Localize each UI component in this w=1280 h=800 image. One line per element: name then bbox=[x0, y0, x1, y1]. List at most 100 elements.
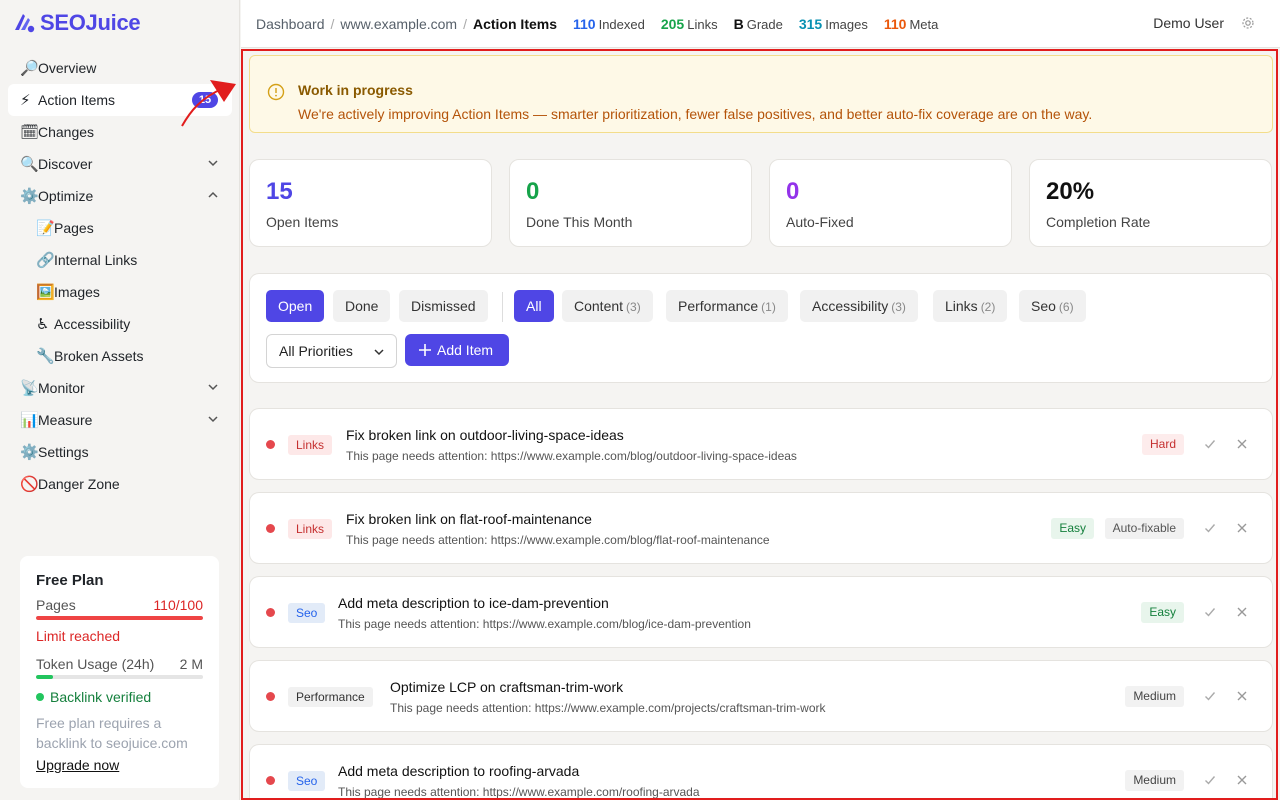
item-title[interactable]: Optimize LCP on craftsman-trim-work bbox=[390, 679, 623, 695]
close-icon[interactable] bbox=[1236, 438, 1248, 450]
sidebar-item-accessibility[interactable]: ♿ Accessibility bbox=[8, 308, 232, 340]
sidebar-item-label: Overview bbox=[38, 60, 97, 76]
satellite-icon: 📡 bbox=[20, 379, 39, 397]
banner-title: Work in progress bbox=[298, 82, 413, 98]
category-tag: Seo bbox=[288, 603, 326, 623]
item-title[interactable]: Add meta description to ice-dam-preventi… bbox=[338, 595, 609, 611]
sidebar-item-measure[interactable]: 📊 Measure bbox=[8, 404, 232, 436]
sidebar-item-broken-assets[interactable]: 🔧 Broken Assets bbox=[8, 340, 232, 372]
sidebar-item-internal-links[interactable]: 🔗 Internal Links bbox=[8, 244, 232, 276]
filter-done[interactable]: Done bbox=[333, 290, 391, 322]
chip-label: Content bbox=[574, 298, 624, 314]
chevron-down-icon[interactable] bbox=[208, 158, 218, 168]
plan-card: Free Plan Pages 110/100 Limit reached To… bbox=[20, 556, 219, 788]
upgrade-link[interactable]: Upgrade now bbox=[36, 757, 119, 773]
calendar-icon: 🗓 bbox=[20, 123, 40, 141]
filter-open[interactable]: Open bbox=[266, 290, 325, 322]
sidebar-item-settings[interactable]: ⚙️ Settings bbox=[8, 436, 232, 468]
chip-label: Seo bbox=[1031, 298, 1056, 314]
action-item-row[interactable]: Links Fix broken link on outdoor-living-… bbox=[249, 408, 1273, 480]
user-menu[interactable]: Demo User bbox=[1153, 15, 1224, 31]
filter-seo[interactable]: Seo (6) bbox=[1019, 290, 1086, 322]
chip-count: (3) bbox=[891, 300, 906, 314]
filter-dismissed[interactable]: Dismissed bbox=[399, 290, 488, 322]
priority-dot-icon bbox=[266, 692, 275, 701]
status-dot-icon bbox=[36, 693, 44, 701]
banner-text: We're actively improving Action Items — … bbox=[298, 106, 1093, 122]
close-icon[interactable] bbox=[1236, 606, 1248, 618]
action-item-row[interactable]: Seo Add meta description to ice-dam-prev… bbox=[249, 576, 1273, 648]
close-icon[interactable] bbox=[1236, 690, 1248, 702]
action-item-row[interactable]: Performance Optimize LCP on craftsman-tr… bbox=[249, 660, 1273, 732]
breadcrumb-site[interactable]: www.example.com bbox=[340, 16, 457, 32]
stat-cards: 15 Open Items 0 Done This Month 0 Auto-Fixe… bbox=[249, 159, 1273, 247]
filter-performance[interactable]: Performance (1) bbox=[666, 290, 788, 322]
sidebar-item-label: Pages bbox=[54, 220, 94, 236]
item-title[interactable]: Add meta description to roofing-arvada bbox=[338, 763, 579, 779]
chip-label: Links bbox=[945, 298, 978, 314]
chevron-down-icon bbox=[374, 349, 384, 356]
stat-label: Links bbox=[687, 16, 718, 32]
add-item-button[interactable]: Add Item bbox=[405, 334, 509, 366]
chevron-up-icon[interactable] bbox=[208, 190, 218, 200]
sidebar-item-label: Changes bbox=[38, 124, 95, 140]
difficulty-badge: Easy bbox=[1141, 602, 1184, 623]
card-label: Open Items bbox=[266, 214, 339, 230]
chip-label: Performance bbox=[678, 298, 759, 314]
sidebar-item-label: Settings bbox=[38, 444, 89, 460]
gear-icon[interactable] bbox=[1241, 16, 1255, 30]
check-icon[interactable] bbox=[1204, 438, 1216, 450]
check-icon[interactable] bbox=[1204, 774, 1216, 786]
sidebar-item-monitor[interactable]: 📡 Monitor bbox=[8, 372, 232, 404]
item-title[interactable]: Fix broken link on flat-roof-maintenance bbox=[346, 511, 592, 527]
chip-count: (6) bbox=[1058, 300, 1074, 314]
token-progress-fill bbox=[36, 675, 53, 679]
filter-accessibility[interactable]: Accessibility (3) bbox=[800, 290, 918, 322]
divider bbox=[502, 292, 503, 322]
stat-meta: 110 Meta bbox=[884, 16, 939, 32]
stat-value: 315 bbox=[798, 15, 823, 32]
action-item-row[interactable]: Links Fix broken link on flat-roof-maint… bbox=[249, 492, 1273, 564]
chip-label: Accessibility bbox=[812, 298, 889, 314]
card-open-items: 15 Open Items bbox=[249, 159, 492, 247]
plan-note: Free plan requires a backlink to seojuic… bbox=[36, 715, 188, 751]
breadcrumb-dashboard[interactable]: Dashboard bbox=[256, 16, 325, 32]
priority-dot-icon bbox=[266, 608, 275, 617]
check-icon[interactable] bbox=[1204, 606, 1216, 618]
sidebar-item-danger-zone[interactable]: 🚫 Danger Zone bbox=[8, 468, 232, 500]
check-icon[interactable] bbox=[1204, 522, 1216, 534]
stat-label: Indexed bbox=[598, 16, 645, 32]
card-auto-fixed: 0 Auto-Fixed bbox=[769, 159, 1012, 247]
filter-links[interactable]: Links (2) bbox=[933, 290, 1008, 322]
stat-value: 110 bbox=[883, 15, 907, 32]
logo[interactable]: SEOJuice bbox=[12, 10, 141, 36]
check-icon[interactable] bbox=[1204, 690, 1216, 702]
priority-select[interactable]: All Priorities bbox=[266, 334, 397, 368]
gear-emoji-icon: ⚙️ bbox=[20, 187, 39, 205]
sidebar-item-images[interactable]: 🖼️ Images bbox=[8, 276, 232, 308]
chevron-down-icon[interactable] bbox=[208, 414, 218, 424]
sidebar-item-discover[interactable]: 🔍 Discover bbox=[8, 148, 232, 180]
card-value: 0 bbox=[526, 178, 540, 205]
sidebar-item-label: Internal Links bbox=[54, 252, 138, 268]
memo-icon: 📝 bbox=[36, 219, 55, 237]
stat-value: 205 bbox=[660, 15, 685, 32]
brand-name: SEOJuice bbox=[40, 10, 141, 35]
sidebar-item-label: Measure bbox=[38, 412, 93, 428]
item-description: This page needs attention: https://www.e… bbox=[346, 449, 797, 463]
filter-content[interactable]: Content (3) bbox=[562, 290, 653, 322]
stat-label: Meta bbox=[909, 16, 939, 32]
overview-icon: 🔎 bbox=[20, 59, 39, 77]
sidebar-item-label: Broken Assets bbox=[54, 348, 144, 364]
chevron-down-icon[interactable] bbox=[208, 382, 218, 392]
action-item-row[interactable]: Seo Add meta description to roofing-arva… bbox=[249, 744, 1273, 800]
plus-icon bbox=[419, 344, 431, 356]
sidebar-item-pages[interactable]: 📝 Pages bbox=[8, 212, 232, 244]
sidebar-item-optimize[interactable]: ⚙️ Optimize bbox=[8, 180, 232, 212]
item-title[interactable]: Fix broken link on outdoor-living-space-… bbox=[346, 427, 624, 443]
difficulty-badge: Medium bbox=[1125, 686, 1184, 707]
close-icon[interactable] bbox=[1236, 522, 1248, 534]
filter-all[interactable]: All bbox=[514, 290, 554, 322]
close-icon[interactable] bbox=[1236, 774, 1248, 786]
card-done-this-month: 0 Done This Month bbox=[509, 159, 752, 247]
